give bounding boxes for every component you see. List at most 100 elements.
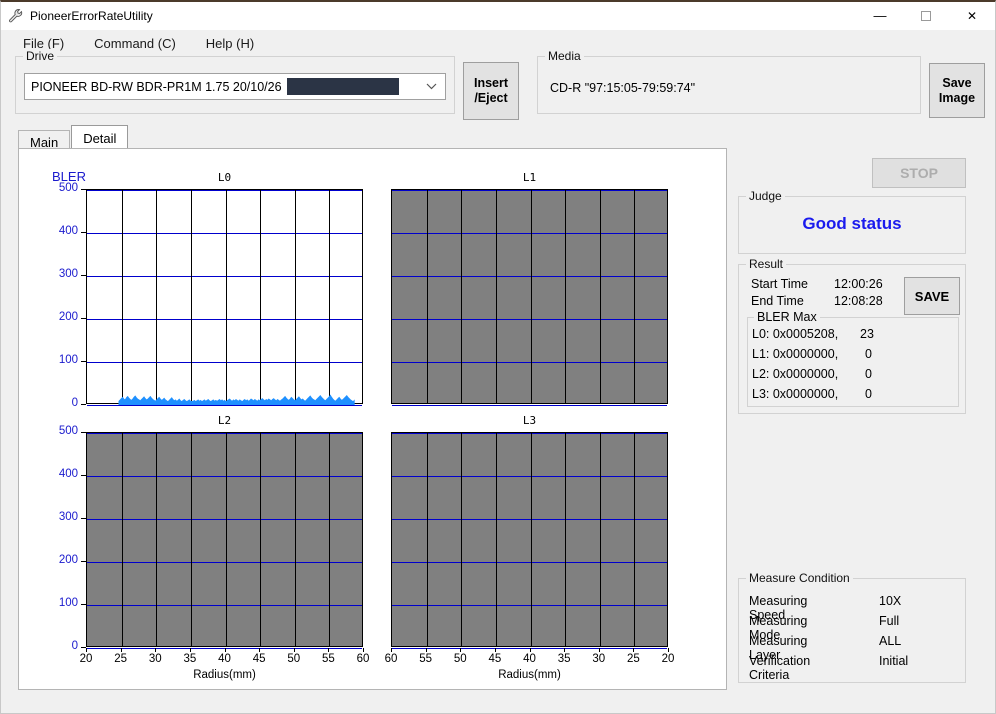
verification-criteria-value: Initial bbox=[879, 654, 909, 668]
close-icon: ✕ bbox=[966, 9, 978, 23]
start-time-label: Start Time bbox=[751, 277, 808, 291]
measuring-mode-value: Full bbox=[879, 614, 900, 628]
y-axis-tickmark bbox=[81, 561, 86, 562]
save-image-button[interactable]: Save Image bbox=[929, 63, 985, 118]
x-axis-tickmark bbox=[225, 648, 226, 652]
end-time-value: 12:08:28 bbox=[834, 294, 883, 308]
judge-group: Judge Good status bbox=[738, 189, 966, 254]
x-axis-tick: 45 bbox=[252, 653, 266, 665]
bler-row-l1-layer: L1: 0x0000000, bbox=[752, 347, 839, 361]
y-axis-tick: 400 bbox=[58, 225, 78, 237]
maximize-button[interactable] bbox=[903, 2, 949, 30]
y-axis-tick: 500 bbox=[58, 182, 78, 194]
insert-eject-button[interactable]: Insert /Eject bbox=[463, 62, 519, 120]
gridline-v bbox=[496, 190, 497, 403]
maximize-icon bbox=[921, 11, 931, 21]
x-axis-tick: 35 bbox=[183, 653, 197, 665]
y-axis-tick: 200 bbox=[58, 311, 78, 323]
x-axis-tick: 40 bbox=[218, 653, 231, 665]
x-axis-tick: 60 bbox=[356, 653, 370, 665]
x-axis-tick: 50 bbox=[453, 653, 467, 665]
x-axis-tickmark bbox=[599, 648, 600, 652]
wrench-icon bbox=[7, 7, 25, 25]
minimize-button[interactable]: — bbox=[857, 2, 903, 30]
chart-title-l0: L0 bbox=[217, 171, 232, 184]
gridline-v bbox=[427, 190, 428, 403]
gridline-v bbox=[226, 433, 227, 646]
gridline-h bbox=[392, 433, 667, 434]
save-image-line1: Save bbox=[942, 75, 972, 90]
bler-max-group: BLER Max L0: 0x0005208, 23 L1: 0x0000000… bbox=[747, 310, 959, 407]
x-axis-tickmark bbox=[391, 648, 392, 652]
gridline-v bbox=[329, 433, 330, 646]
x-axis-label: Radius(mm) bbox=[498, 669, 561, 681]
plot-area-l1 bbox=[391, 189, 668, 406]
y-axis-tickmark bbox=[81, 275, 86, 276]
result-group-legend: Result bbox=[746, 257, 787, 271]
bler-row-l2-layer: L2: 0x0000000, bbox=[752, 367, 839, 381]
save-button[interactable]: SAVE bbox=[904, 277, 960, 315]
save-image-line2: Image bbox=[938, 90, 976, 105]
x-axis-tickmark bbox=[426, 648, 427, 652]
gridline-v bbox=[531, 433, 532, 646]
title-bar: PioneerErrorRateUtility — ✕ bbox=[1, 2, 995, 30]
window-controls: — ✕ bbox=[857, 2, 995, 30]
x-axis-tickmark bbox=[460, 648, 461, 652]
gridline-h bbox=[392, 276, 667, 277]
gridline-v bbox=[122, 433, 123, 646]
drive-select[interactable]: PIONEER BD-RW BDR-PR1M 1.75 20/10/26 bbox=[24, 73, 446, 100]
close-button[interactable]: ✕ bbox=[949, 2, 995, 30]
y-axis-tickmark bbox=[81, 318, 86, 319]
x-axis-tickmark bbox=[155, 648, 156, 652]
bler-row-l1-value: 0 bbox=[865, 347, 872, 361]
gridline-h bbox=[87, 605, 362, 606]
x-axis-label: Radius(mm) bbox=[193, 669, 256, 681]
gridline-h bbox=[392, 319, 667, 320]
y-axis-tick: 300 bbox=[58, 268, 78, 280]
data-trace-l0 bbox=[118, 394, 355, 405]
gridline-h bbox=[392, 519, 667, 520]
gridline-v bbox=[191, 433, 192, 646]
gridline-h bbox=[392, 190, 667, 191]
drive-serial-redaction bbox=[286, 78, 399, 95]
x-axis-tickmark bbox=[190, 648, 191, 652]
stop-button[interactable]: STOP bbox=[872, 158, 966, 188]
y-axis-tick: 300 bbox=[58, 511, 78, 523]
gridline-h bbox=[392, 605, 667, 606]
gridline-v bbox=[461, 433, 462, 646]
gridline-h bbox=[87, 433, 362, 434]
gridline-h bbox=[392, 562, 667, 563]
x-axis-tickmark bbox=[259, 648, 260, 652]
media-group-legend: Media bbox=[545, 49, 584, 63]
bler-row-l0-value: 23 bbox=[860, 327, 874, 341]
x-axis-tick: 40 bbox=[523, 653, 536, 665]
bler-row-l0-layer: L0: 0x0005208, bbox=[752, 327, 839, 341]
gridline-v bbox=[565, 190, 566, 403]
menu-command[interactable]: Command (C) bbox=[84, 33, 186, 54]
gridline-h bbox=[392, 476, 667, 477]
chart-panel-l1: L1 bbox=[391, 171, 668, 428]
chevron-down-icon bbox=[421, 74, 441, 99]
gridline-v bbox=[634, 433, 635, 646]
x-axis-tickmark bbox=[633, 648, 634, 652]
x-axis-tickmark bbox=[121, 648, 122, 652]
y-axis-tickmark bbox=[81, 189, 86, 190]
judge-group-legend: Judge bbox=[746, 189, 785, 203]
gridline-v bbox=[634, 190, 635, 403]
bler-row-l3-layer: L3: 0x0000000, bbox=[752, 387, 839, 401]
y-axis-tick: 200 bbox=[58, 554, 78, 566]
menu-help[interactable]: Help (H) bbox=[196, 33, 264, 54]
x-axis-tickmark bbox=[495, 648, 496, 652]
insert-eject-line2: /Eject bbox=[474, 91, 508, 105]
chart-panel-l0: L0 0 100 200 300 400 500 bbox=[59, 171, 363, 428]
gridline-v bbox=[461, 190, 462, 403]
gridline-v bbox=[565, 433, 566, 646]
x-axis-tick: 45 bbox=[488, 653, 502, 665]
bler-row-l2-value: 0 bbox=[865, 367, 872, 381]
y-axis-tickmark bbox=[81, 232, 86, 233]
detail-tab-panel: BLER L0 0 100 200 300 400 500 L1 L2 0 100 200 300 400… bbox=[18, 148, 727, 690]
x-axis-tick: 25 bbox=[114, 653, 128, 665]
y-axis-tickmark bbox=[81, 361, 86, 362]
x-axis-tick: 35 bbox=[557, 653, 571, 665]
chart-title-l1: L1 bbox=[522, 171, 537, 184]
